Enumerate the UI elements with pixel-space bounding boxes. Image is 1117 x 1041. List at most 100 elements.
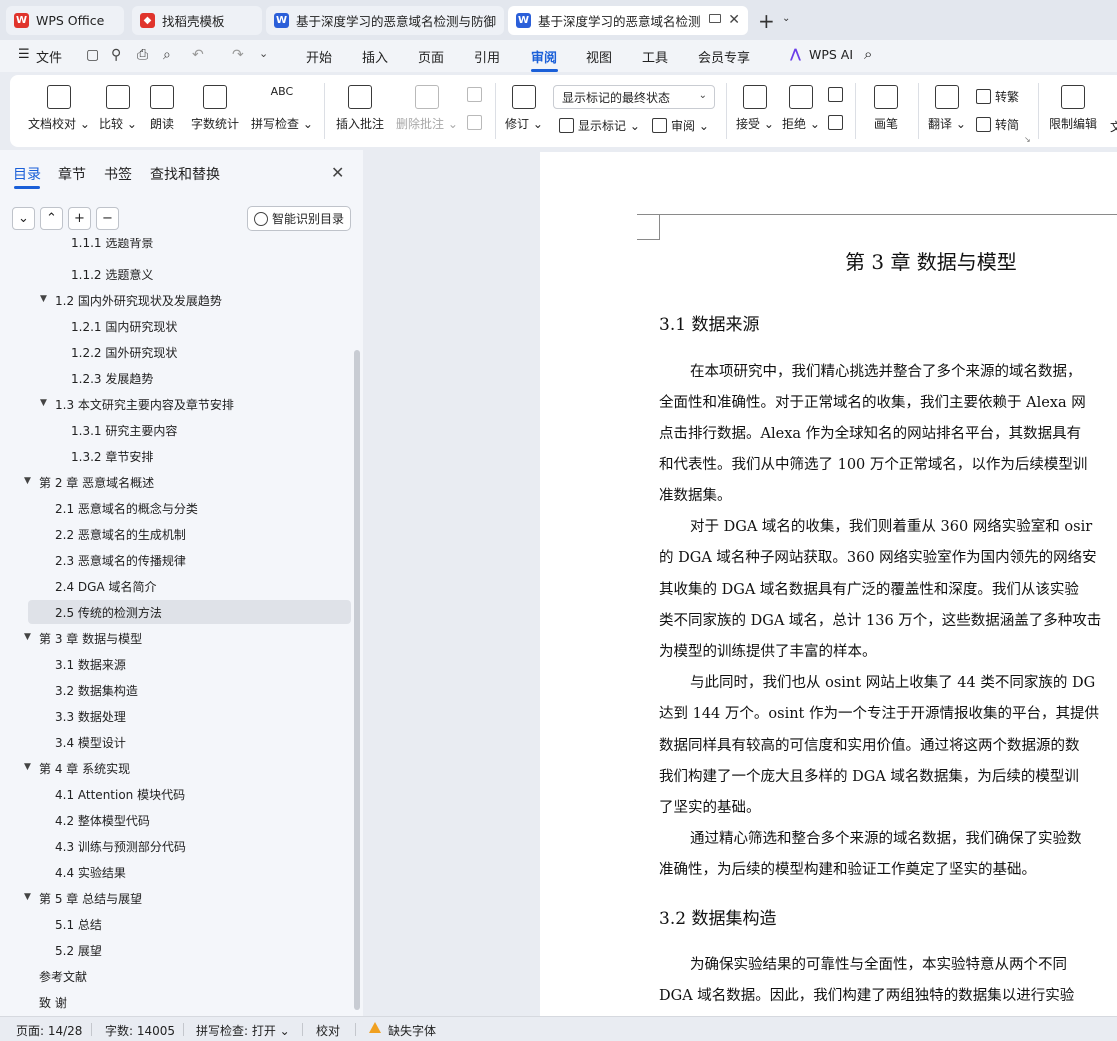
- restrict-edit-button[interactable]: 限制编辑: [1049, 85, 1097, 132]
- toc-item[interactable]: 1.3.2 章节安排: [71, 444, 153, 468]
- expand-up-button[interactable]: ⌃: [40, 207, 63, 230]
- read-aloud-button[interactable]: 朗读: [150, 85, 174, 132]
- track-changes-button[interactable]: 修订 ⌄: [505, 85, 543, 132]
- spell-check-button[interactable]: ABC 拼写检查 ⌄: [251, 85, 313, 132]
- toc-item[interactable]: 1.1.1 选题背景: [71, 238, 153, 251]
- tab-docer-templates[interactable]: ◆ 找稻壳模板: [132, 6, 262, 35]
- toc-item[interactable]: 4.1 Attention 模块代码: [55, 782, 185, 806]
- monitor-icon[interactable]: [709, 14, 721, 23]
- missing-font-status[interactable]: 缺失字体: [388, 1022, 436, 1039]
- menu-page[interactable]: 页面: [418, 47, 444, 66]
- menu-review[interactable]: 审阅: [531, 47, 557, 66]
- toc-item[interactable]: 第 5 章 总结与展望: [39, 886, 142, 910]
- doc-check-button[interactable]: 文档校对 ⌄: [28, 85, 90, 132]
- toc-item[interactable]: 1.3.1 研究主要内容: [71, 418, 177, 442]
- toc-item[interactable]: 第 2 章 恶意域名概述: [39, 470, 154, 494]
- remove-heading-button[interactable]: −: [96, 207, 119, 230]
- reject-button[interactable]: 拒绝 ⌄: [782, 85, 820, 132]
- expand-triangle-icon[interactable]: ▼: [40, 398, 47, 408]
- menu-start[interactable]: 开始: [306, 47, 332, 66]
- expand-triangle-icon[interactable]: ▼: [24, 632, 31, 642]
- toc-item[interactable]: 5.1 总结: [55, 912, 102, 936]
- print-preview-icon[interactable]: ⌕: [163, 47, 171, 63]
- tab-wps-office[interactable]: W WPS Office: [6, 6, 124, 35]
- toc-item[interactable]: 致 谢: [39, 990, 67, 1014]
- tab-document-2-active[interactable]: W 基于深度学习的恶意域名检测与 ✕: [508, 6, 748, 35]
- toc-item[interactable]: 4.4 实验结果: [55, 860, 126, 884]
- expand-triangle-icon[interactable]: ▼: [24, 892, 31, 902]
- nav-tab-toc[interactable]: 目录: [13, 164, 41, 184]
- prev-change-button[interactable]: [828, 87, 847, 102]
- expand-triangle-icon[interactable]: ▼: [40, 294, 47, 304]
- toc-item[interactable]: 3.4 模型设计: [55, 730, 126, 754]
- toc-item[interactable]: 1.1.2 选题意义: [71, 262, 153, 286]
- insert-comment-button[interactable]: 插入批注: [336, 85, 384, 132]
- proofread-status[interactable]: 校对: [316, 1022, 340, 1039]
- menu-wps-ai[interactable]: WPS AI: [809, 47, 853, 62]
- close-panel-icon[interactable]: ✕: [331, 163, 344, 182]
- nav-tab-bookmarks[interactable]: 书签: [104, 164, 132, 184]
- toc-item[interactable]: 1.2 国内外研究现状及发展趋势: [55, 288, 222, 312]
- chevron-down-icon[interactable]: ⌄: [782, 13, 790, 24]
- menu-reference[interactable]: 引用: [474, 47, 500, 66]
- menu-insert[interactable]: 插入: [362, 47, 388, 66]
- close-tab-icon[interactable]: ✕: [728, 12, 740, 28]
- toc-item[interactable]: 1.2.1 国内研究现状: [71, 314, 177, 338]
- menu-file[interactable]: 文件: [36, 47, 62, 66]
- toc-item[interactable]: 2.3 恶意域名的传播规律: [55, 548, 186, 572]
- dialog-launcher-icon[interactable]: ↘: [1024, 135, 1031, 144]
- toc-item[interactable]: 3.1 数据来源: [55, 652, 126, 676]
- toc-item[interactable]: 3.2 数据集构造: [55, 678, 138, 702]
- expand-triangle-icon[interactable]: ▼: [24, 762, 31, 772]
- next-comment-button[interactable]: [467, 115, 486, 130]
- share-icon[interactable]: ⚲: [111, 47, 121, 63]
- toc-item[interactable]: 2.1 恶意域名的概念与分类: [55, 496, 198, 520]
- toc-item[interactable]: 2.2 恶意域名的生成机制: [55, 522, 186, 546]
- spell-check-status[interactable]: 拼写检查: 打开 ⌄: [196, 1022, 290, 1039]
- compare-button[interactable]: 比较 ⌄: [99, 85, 137, 132]
- smart-toc-button[interactable]: 智能识别目录: [247, 206, 351, 231]
- word-count-button[interactable]: 字数统计: [191, 85, 239, 132]
- word-count-indicator[interactable]: 字数: 14005: [105, 1022, 175, 1039]
- toc-item[interactable]: 4.3 训练与预测部分代码: [55, 834, 186, 858]
- pen-button[interactable]: 画笔: [874, 85, 898, 132]
- expand-triangle-icon[interactable]: ▼: [24, 476, 31, 486]
- save-icon[interactable]: ▢: [86, 47, 99, 63]
- toc-scrollbar[interactable]: [354, 350, 360, 1010]
- toc-item[interactable]: 参考文献: [39, 964, 87, 988]
- tab-document-1[interactable]: W 基于深度学习的恶意域名检测与防御系: [266, 6, 504, 35]
- show-markup-button[interactable]: 显示标记 ⌄: [559, 117, 640, 134]
- quick-access-chevron-icon[interactable]: ⌄: [259, 47, 268, 60]
- next-change-button[interactable]: [828, 115, 847, 130]
- toc-item[interactable]: 2.4 DGA 域名简介: [55, 574, 156, 598]
- toc-item[interactable]: 5.2 展望: [55, 938, 102, 962]
- collapse-all-button[interactable]: ⌄: [12, 207, 35, 230]
- menu-tools[interactable]: 工具: [642, 47, 668, 66]
- translate-button[interactable]: 翻译 ⌄: [928, 85, 966, 132]
- toc-item[interactable]: 1.2.3 发展趋势: [71, 366, 153, 390]
- redo-icon[interactable]: ↷: [232, 47, 244, 63]
- menu-view[interactable]: 视图: [586, 47, 612, 66]
- menu-member[interactable]: 会员专享: [698, 47, 750, 66]
- toc-item[interactable]: 1.2.2 国外研究现状: [71, 340, 177, 364]
- search-icon[interactable]: ⌕: [864, 45, 872, 63]
- page-indicator[interactable]: 页面: 14/28: [16, 1022, 82, 1039]
- hamburger-icon[interactable]: ☰: [18, 47, 30, 62]
- new-tab-plus-icon[interactable]: +: [758, 9, 775, 33]
- markup-state-select[interactable]: 显示标记的最终状态 ⌄: [553, 85, 715, 109]
- review-pane-button[interactable]: 审阅 ⌄: [652, 117, 709, 134]
- undo-icon[interactable]: ↶: [192, 47, 204, 63]
- toc-item[interactable]: 第 3 章 数据与模型: [39, 626, 142, 650]
- toc-item[interactable]: 3.3 数据处理: [55, 704, 126, 728]
- delete-comment-button[interactable]: 删除批注 ⌄: [396, 85, 458, 132]
- add-heading-button[interactable]: +: [68, 207, 91, 230]
- toc-item[interactable]: 4.2 整体模型代码: [55, 808, 150, 832]
- to-traditional-button[interactable]: 转繁: [976, 88, 1019, 105]
- toc-item-selected[interactable]: 2.5 传统的检测方法: [28, 600, 351, 624]
- to-simplified-button[interactable]: 转简: [976, 116, 1019, 133]
- nav-tab-sections[interactable]: 章节: [58, 164, 86, 184]
- prev-comment-button[interactable]: [467, 87, 486, 102]
- toc-item[interactable]: 1.3 本文研究主要内容及章节安排: [55, 392, 234, 416]
- accept-button[interactable]: 接受 ⌄: [736, 85, 774, 132]
- wps-ai-icon[interactable]: ⋀: [790, 47, 801, 62]
